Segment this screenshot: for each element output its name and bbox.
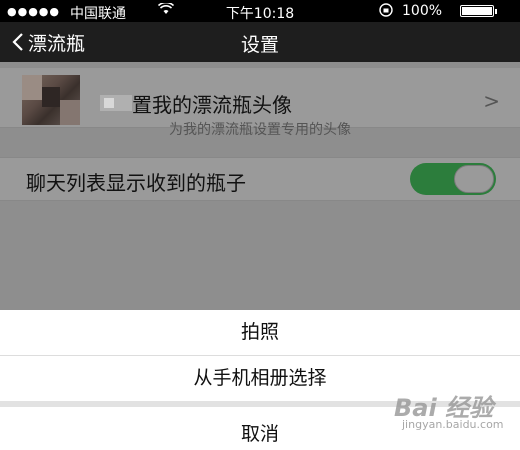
- battery-percent: 100%: [402, 3, 443, 19]
- avatar-row-label: 置我的漂流瓶头像: [132, 93, 292, 117]
- show-bottles-in-chat-row: 聊天列表显示收到的瓶子: [0, 157, 520, 201]
- avatar: [22, 75, 80, 125]
- take-photo-button[interactable]: 拍照: [0, 310, 520, 355]
- blurred-text: [100, 95, 132, 111]
- rotation-lock-icon: [378, 3, 394, 21]
- show-bottles-toggle[interactable]: [410, 163, 496, 195]
- avatar-hint: 为我的漂流瓶设置专用的头像: [169, 122, 351, 138]
- status-bar: ●●●●● 中国联通 下午10:18 100%: [0, 0, 520, 22]
- battery-icon: [460, 5, 497, 17]
- toggle-label: 聊天列表显示收到的瓶子: [26, 171, 246, 195]
- chevron-right-icon: >: [483, 89, 500, 113]
- page-title: 设置: [240, 34, 279, 56]
- watermark-url: jingyan.baidu.com: [402, 418, 504, 431]
- baidu-watermark: Bai 经验 jingyan.baidu.com: [394, 388, 514, 440]
- navigation-bar: 漂流瓶 设置: [0, 22, 520, 62]
- settings-content: 置我的漂流瓶头像 > 为我的漂流瓶设置专用的头像 聊天列表显示收到的瓶子: [0, 62, 520, 310]
